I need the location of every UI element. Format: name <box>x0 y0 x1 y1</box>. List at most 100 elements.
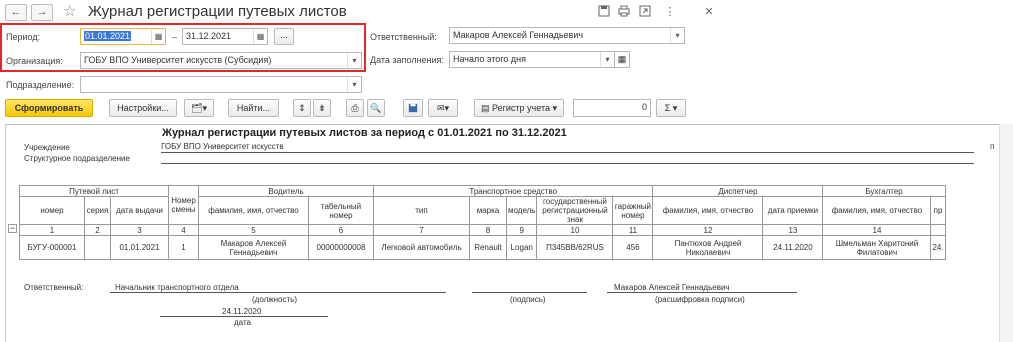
structural-label: Структурное подразделение <box>24 154 130 163</box>
column-header: фамилия, имя, отчество <box>652 196 764 225</box>
calendar-icon[interactable]: ▦ <box>151 29 165 44</box>
chevron-down-icon[interactable]: ▾ <box>347 77 361 92</box>
period-dash: – <box>172 32 178 42</box>
calendar-icon[interactable]: ▦ <box>253 29 267 44</box>
period-label: Период: <box>6 32 41 42</box>
table-cell[interactable] <box>84 235 111 260</box>
name-caption: (расшифровка подписи) <box>655 295 745 304</box>
table-cell[interactable]: БУГУ-000001 <box>19 235 85 260</box>
name-underline <box>607 292 797 293</box>
column-header: дата приемки <box>762 196 824 225</box>
vertical-scrollbar[interactable] <box>999 124 1013 342</box>
signature-caption: (подпись) <box>510 295 546 304</box>
forward-button[interactable]: → <box>31 4 53 21</box>
more-icon[interactable]: ⋮ <box>663 5 677 19</box>
print-icon[interactable]: ⎙ <box>346 99 364 117</box>
table-cell[interactable]: 456 <box>612 235 654 260</box>
table-cell[interactable]: 24.11.2020 <box>762 235 824 260</box>
org-value: ГОБУ ВПО Университет искусств (Субсидия) <box>84 55 272 65</box>
column-number: 11 <box>612 224 654 236</box>
position-caption: (должность) <box>252 295 297 304</box>
date-underline <box>160 316 328 317</box>
date-value: 24.11.2020 <box>222 307 262 316</box>
responsible-label: Ответственный: <box>370 32 437 42</box>
table-cell[interactable]: Макаров Алексей Геннадьевич <box>198 235 309 260</box>
registry-button[interactable]: ▤ Регистр учета ▾ <box>474 99 564 117</box>
position-underline <box>110 292 446 293</box>
expand-icon[interactable]: ⇟ <box>313 99 331 117</box>
group-header: Бухгалтер <box>822 185 946 197</box>
table-row[interactable]: БУГУ-000001 01.01.2021 1 Макаров Алексей… <box>19 235 946 260</box>
table-cell[interactable]: Шмельман Харитоний Филатович <box>822 235 932 260</box>
close-icon[interactable]: ✕ <box>702 5 716 19</box>
group-header: Диспетчер <box>652 185 824 197</box>
table-cell[interactable]: 24. <box>930 235 946 260</box>
variants-button[interactable]: 🗂▾ <box>184 99 214 117</box>
settings-button[interactable]: Настройки... <box>109 99 177 117</box>
collapse-group-icon[interactable]: − <box>8 224 17 233</box>
forward-icon: → <box>36 6 48 18</box>
institution-value: ГОБУ ВПО Университет искусств <box>161 142 284 151</box>
right-edge-text: п <box>990 142 995 151</box>
structural-underline <box>161 163 974 164</box>
column-header: государственный регистрационный знак <box>536 196 614 225</box>
period-to-value: 31.12.2021 <box>186 31 232 41</box>
column-number: 13 <box>762 224 824 236</box>
report-heading: Журнал регистрации путевых листов за пер… <box>162 127 567 139</box>
column-number: 3 <box>110 224 169 236</box>
table-cell[interactable]: 1 <box>168 235 199 260</box>
responsible-select[interactable]: Макаров Алексей Геннадьевич ▾ <box>449 27 685 44</box>
window-title: Журнал регистрации путевых листов <box>88 3 347 20</box>
link-icon[interactable] <box>638 5 652 19</box>
print-icon[interactable] <box>617 5 631 19</box>
save-icon[interactable] <box>597 5 611 19</box>
generate-button[interactable]: Сформировать <box>5 99 93 117</box>
period-from-field[interactable]: 01.01.2021 ▦ <box>80 28 166 45</box>
chevron-down-icon[interactable]: ▾ <box>670 28 684 43</box>
column-number: 8 <box>469 224 507 236</box>
dept-select[interactable]: ▾ <box>80 76 362 93</box>
dept-label: Подразделение: <box>6 80 75 90</box>
table-cell[interactable]: 01.01.2021 <box>110 235 169 260</box>
registry-icon: ▤ <box>480 103 490 113</box>
column-number: 12 <box>652 224 764 236</box>
org-select[interactable]: ГОБУ ВПО Университет искусств (Субсидия)… <box>80 52 362 69</box>
column-number: 7 <box>373 224 470 236</box>
sum-button[interactable]: Σ ▾ <box>656 99 686 117</box>
back-button[interactable]: ← <box>5 4 27 21</box>
column-header: модель <box>505 196 538 225</box>
institution-label: Учреждение <box>24 143 70 152</box>
date-caption: дата <box>234 318 251 327</box>
table-cell[interactable]: Logan <box>505 235 538 260</box>
fill-date-select[interactable]: Начало этого дня ▾ <box>449 51 615 68</box>
period-from-value: 01.01.2021 <box>84 31 132 41</box>
table-cell[interactable]: 00000000008 <box>308 235 374 260</box>
period-to-field[interactable]: 31.12.2021 ▦ <box>182 28 268 45</box>
save-icon[interactable] <box>403 99 423 117</box>
calendar-icon[interactable]: ▦ <box>614 51 630 68</box>
table-cell[interactable]: Renault <box>469 235 507 260</box>
fill-date-value: Начало этого дня <box>453 54 526 64</box>
preview-icon[interactable]: 🔍 <box>367 99 385 117</box>
chevron-down-icon[interactable]: ▾ <box>347 53 361 68</box>
column-header: фамилия, имя, отчество <box>822 196 932 225</box>
table-cell[interactable]: Пантюхов Андрей Николаевич <box>652 235 764 260</box>
group-header: Водитель <box>198 185 374 197</box>
find-button[interactable]: Найти... <box>228 99 279 117</box>
column-number: 10 <box>536 224 614 236</box>
collapse-icon[interactable]: ⇕ <box>293 99 311 117</box>
chevron-down-icon[interactable]: ▾ <box>600 52 614 67</box>
period-select-button[interactable]: ... <box>274 28 294 45</box>
email-icon[interactable]: ✉▾ <box>428 99 458 117</box>
table-cell[interactable]: Легковой автомобиль <box>373 235 470 260</box>
signature-underline <box>472 292 587 293</box>
column-header: тип <box>373 196 470 225</box>
column-header: гаражный номер <box>612 196 654 225</box>
column-header: номер <box>19 196 85 225</box>
table-cell[interactable]: П345ВВ/62RUS <box>536 235 614 260</box>
institution-underline <box>161 152 974 153</box>
folder-icon: 🗂▾ <box>191 103 207 113</box>
group-header: Путевой лист <box>19 185 169 197</box>
column-header: фамилия, имя, отчество <box>198 196 309 225</box>
favorite-star-icon[interactable]: ☆ <box>63 2 76 20</box>
